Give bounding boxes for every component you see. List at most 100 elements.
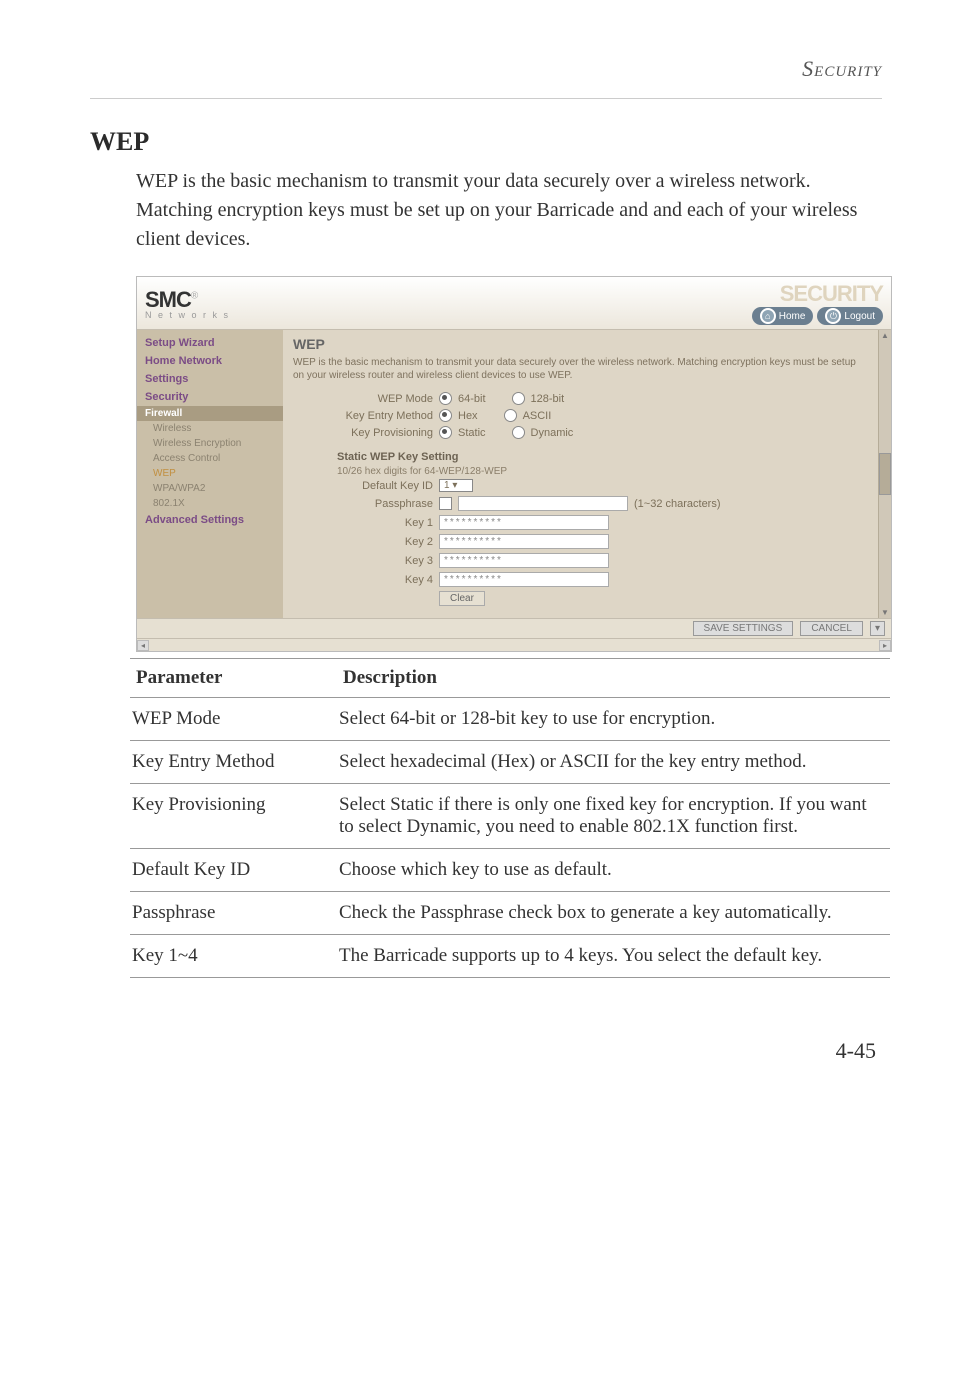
header-rule <box>90 98 882 99</box>
wep-mode-128-text: 128-bit <box>531 393 565 405</box>
scroll-thumb[interactable] <box>879 453 891 495</box>
home-icon: ⌂ <box>760 308 776 324</box>
key-entry-hex-text: Hex <box>458 410 478 422</box>
row-key3: Key 3 ********** <box>293 551 868 570</box>
section-title: WEP <box>90 127 882 157</box>
key-prov-static-text: Static <box>458 427 486 439</box>
router-screenshot: SMC® N e t w o r k s SECURITY ⌂Home ⏻Log… <box>136 276 892 652</box>
sidebar-sub-wep[interactable]: WEP <box>137 466 283 481</box>
key4-label: Key 4 <box>293 574 433 586</box>
row-key1: Key 1 ********** <box>293 513 868 532</box>
key-prov-label: Key Provisioning <box>293 427 433 439</box>
key2-label: Key 2 <box>293 536 433 548</box>
sidebar-item-setup-wizard[interactable]: Setup Wizard <box>137 334 283 352</box>
key3-input[interactable]: ********** <box>439 553 609 568</box>
table-row: WEP Mode Select 64-bit or 128-bit key to… <box>130 698 890 741</box>
scroll-up-icon[interactable]: ▲ <box>880 330 890 341</box>
sidebar-item-security[interactable]: Security <box>137 388 283 406</box>
passphrase-input[interactable] <box>458 496 628 511</box>
param-cell: Default Key ID <box>130 849 337 892</box>
sidebar-item-settings[interactable]: Settings <box>137 370 283 388</box>
vertical-scrollbar[interactable]: ▲ ▼ <box>878 330 891 618</box>
wep-mode-64-radio[interactable] <box>439 392 452 405</box>
desc-cell: The Barricade supports up to 4 keys. You… <box>337 935 890 978</box>
ss-top-bar: SMC® N e t w o r k s SECURITY ⌂Home ⏻Log… <box>137 277 891 330</box>
param-cell: Passphrase <box>130 892 337 935</box>
save-settings-button[interactable]: SAVE SETTINGS <box>693 621 794 636</box>
key2-input[interactable]: ********** <box>439 534 609 549</box>
ss-sidebar: Setup Wizard Home Network Settings Secur… <box>137 330 283 618</box>
panel-title: WEP <box>293 336 868 352</box>
table-row: Key Provisioning Select Static if there … <box>130 784 890 849</box>
ss-logo-sub: N e t w o r k s <box>145 310 230 320</box>
default-key-select[interactable]: 1 ▾ <box>439 479 473 492</box>
parameter-table: Parameter Description WEP Mode Select 64… <box>130 658 890 978</box>
wep-mode-128-radio[interactable] <box>512 392 525 405</box>
logout-button[interactable]: ⏻Logout <box>817 307 883 325</box>
default-key-label: Default Key ID <box>293 480 433 492</box>
ss-body: Setup Wizard Home Network Settings Secur… <box>137 330 891 618</box>
row-clear: Clear <box>293 589 868 608</box>
sidebar-item-home-network[interactable]: Home Network <box>137 352 283 370</box>
ss-footer: SAVE SETTINGS CANCEL ▾ <box>137 618 891 638</box>
key1-input[interactable]: ********** <box>439 515 609 530</box>
panel-desc: WEP is the basic mechanism to transmit y… <box>293 356 868 382</box>
row-passphrase: Passphrase (1~32 characters) <box>293 494 868 513</box>
scroll-left-icon[interactable]: ◂ <box>137 640 149 651</box>
passphrase-label: Passphrase <box>293 498 433 510</box>
key1-label: Key 1 <box>293 517 433 529</box>
param-cell: Key 1~4 <box>130 935 337 978</box>
key-entry-hex-radio[interactable] <box>439 409 452 422</box>
scroll-corner-icon: ▾ <box>870 621 885 636</box>
cancel-button[interactable]: CANCEL <box>800 621 863 636</box>
table-head-row: Parameter Description <box>130 659 890 698</box>
ss-logo: SMC® <box>145 287 197 312</box>
ss-top-buttons: ⌂Home ⏻Logout <box>752 307 883 325</box>
key-prov-dynamic-text: Dynamic <box>531 427 574 439</box>
desc-cell: Select hexadecimal (Hex) or ASCII for th… <box>337 741 890 784</box>
key3-label: Key 3 <box>293 555 433 567</box>
table-row: Passphrase Check the Passphrase check bo… <box>130 892 890 935</box>
home-button[interactable]: ⌂Home <box>752 307 814 325</box>
head-description: Description <box>337 659 890 698</box>
table-row: Default Key ID Choose which key to use a… <box>130 849 890 892</box>
ss-logo-block: SMC® N e t w o r k s <box>145 287 230 320</box>
desc-cell: Select 64-bit or 128-bit key to use for … <box>337 698 890 741</box>
page-number: 4-45 <box>90 1038 876 1064</box>
key-prov-dynamic-radio[interactable] <box>512 426 525 439</box>
param-cell: Key Provisioning <box>130 784 337 849</box>
passphrase-hint: (1~32 characters) <box>634 498 721 510</box>
ss-main-panel: WEP WEP is the basic mechanism to transm… <box>283 330 878 618</box>
sidebar-sub-8021x[interactable]: 802.1X <box>137 496 283 511</box>
param-cell: WEP Mode <box>130 698 337 741</box>
sidebar-sub-wireless-encryption[interactable]: Wireless Encryption <box>137 436 283 451</box>
static-wep-note: 10/26 hex digits for 64-WEP/128-WEP <box>337 466 868 477</box>
clear-button[interactable]: Clear <box>439 591 485 606</box>
sidebar-sub-wireless[interactable]: Wireless <box>137 421 283 436</box>
param-cell: Key Entry Method <box>130 741 337 784</box>
logout-icon: ⏻ <box>825 308 841 324</box>
row-key-prov: Key Provisioning Static Dynamic <box>293 424 868 441</box>
sidebar-sub-wpa[interactable]: WPA/WPA2 <box>137 481 283 496</box>
key-entry-ascii-text: ASCII <box>523 410 552 422</box>
row-default-key: Default Key ID 1 ▾ <box>293 477 868 494</box>
wep-mode-64-text: 64-bit <box>458 393 486 405</box>
passphrase-checkbox[interactable] <box>439 497 452 510</box>
scroll-down-icon[interactable]: ▼ <box>880 607 890 618</box>
key-prov-static-radio[interactable] <box>439 426 452 439</box>
sidebar-sub-access-control[interactable]: Access Control <box>137 451 283 466</box>
desc-cell: Select Static if there is only one fixed… <box>337 784 890 849</box>
table-row: Key Entry Method Select hexadecimal (Hex… <box>130 741 890 784</box>
static-wep-heading: Static WEP Key Setting <box>337 451 868 463</box>
horizontal-scrollbar[interactable]: ◂ ▸ <box>137 638 891 651</box>
row-key4: Key 4 ********** <box>293 570 868 589</box>
ss-page-brand: SECURITY <box>780 281 883 307</box>
section-intro: WEP is the basic mechanism to transmit y… <box>136 167 882 254</box>
key-entry-label: Key Entry Method <box>293 410 433 422</box>
key-entry-ascii-radio[interactable] <box>504 409 517 422</box>
scroll-right-icon[interactable]: ▸ <box>879 640 891 651</box>
sidebar-band-firewall[interactable]: Firewall <box>137 406 283 421</box>
sidebar-item-advanced[interactable]: Advanced Settings <box>137 511 283 529</box>
wep-mode-label: WEP Mode <box>293 393 433 405</box>
key4-input[interactable]: ********** <box>439 572 609 587</box>
